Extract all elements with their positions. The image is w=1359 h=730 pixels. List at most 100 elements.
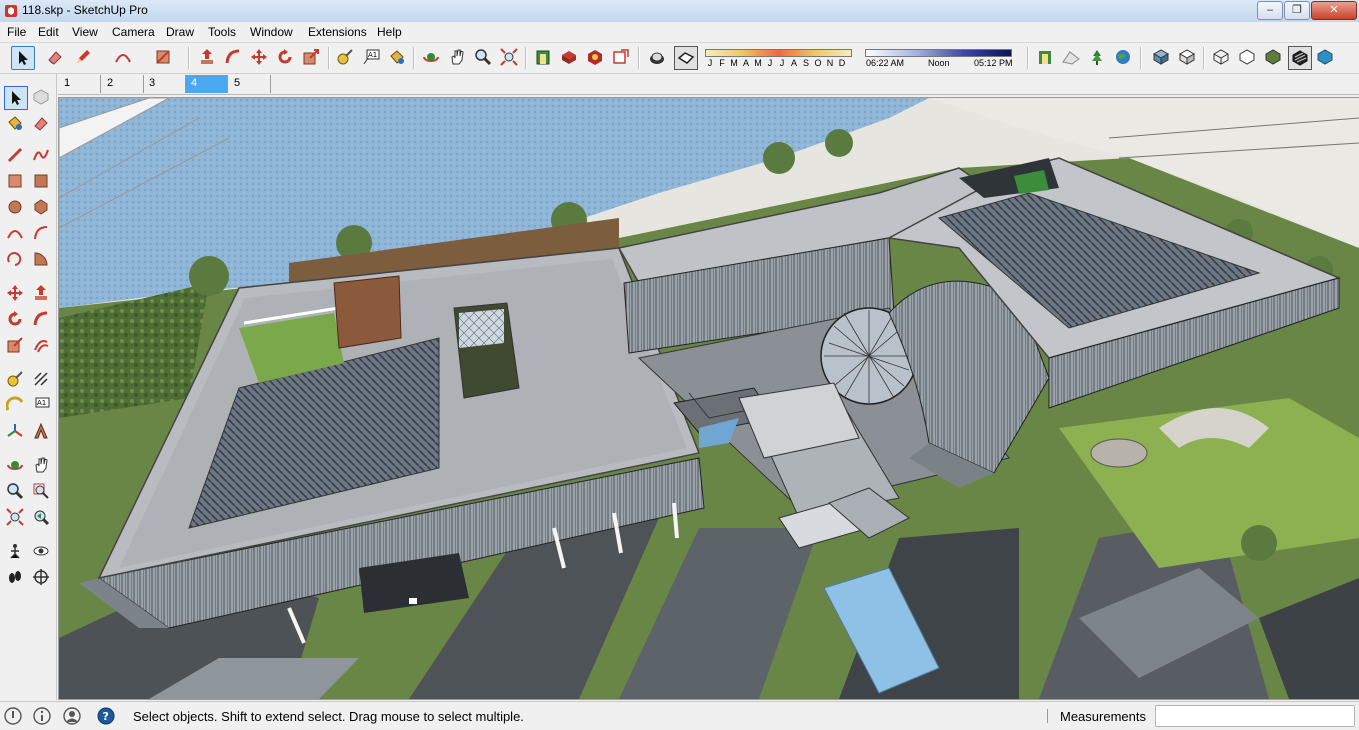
- dimension-icon[interactable]: [30, 368, 52, 390]
- push-pull-icon[interactable]: [196, 46, 218, 68]
- rotate-icon[interactable]: [274, 46, 296, 68]
- follow-me-icon[interactable]: [222, 46, 244, 68]
- layout-icon[interactable]: [610, 46, 632, 68]
- select-icon[interactable]: [4, 86, 28, 110]
- help-icon[interactable]: ?: [97, 707, 115, 725]
- photo-textures-icon[interactable]: [1086, 46, 1108, 68]
- shadows-icon[interactable]: [646, 46, 668, 68]
- rectangle-icon[interactable]: [152, 46, 174, 68]
- push-pull-icon[interactable]: [30, 282, 52, 304]
- components-icon[interactable]: [558, 46, 580, 68]
- scale-icon[interactable]: [4, 334, 26, 356]
- offset-icon[interactable]: [30, 334, 52, 356]
- arc-icon[interactable]: [4, 222, 26, 244]
- warehouse-icon[interactable]: [532, 46, 554, 68]
- zoom-extents-icon[interactable]: [4, 506, 26, 528]
- model-viewport[interactable]: [58, 97, 1359, 700]
- pie-icon[interactable]: [30, 248, 52, 270]
- zoom-window-icon[interactable]: [30, 480, 52, 502]
- select-icon[interactable]: [11, 46, 35, 70]
- pencil-icon[interactable]: [72, 46, 94, 68]
- menu-tools[interactable]: Tools: [208, 25, 236, 39]
- move-icon[interactable]: [4, 282, 26, 304]
- look-around-icon[interactable]: [30, 540, 52, 562]
- arc-icon[interactable]: [112, 46, 134, 68]
- maximize-button[interactable]: ❐: [1284, 1, 1310, 20]
- credits-icon[interactable]: [33, 707, 51, 725]
- measurements-input[interactable]: [1155, 705, 1355, 727]
- menu-camera[interactable]: Camera: [112, 25, 155, 39]
- scene-tab-3[interactable]: 3: [143, 75, 186, 93]
- time-slider[interactable]: [865, 49, 1012, 57]
- month-label: N: [826, 58, 834, 68]
- rectangle-icon[interactable]: [4, 170, 26, 192]
- line-icon[interactable]: [4, 144, 26, 166]
- scene-tab-1[interactable]: 1: [58, 75, 101, 93]
- menu-draw[interactable]: Draw: [166, 25, 194, 39]
- geo-location-icon[interactable]: [1034, 46, 1056, 68]
- scene-tab-5[interactable]: 5: [228, 75, 271, 93]
- monochrome-icon[interactable]: [1314, 46, 1336, 68]
- move-icon[interactable]: [248, 46, 270, 68]
- menu-edit[interactable]: Edit: [38, 25, 59, 39]
- menu-file[interactable]: File: [7, 25, 26, 39]
- section-plane-icon[interactable]: [30, 566, 52, 588]
- axes-icon[interactable]: [4, 420, 26, 442]
- scale-icon[interactable]: [300, 46, 322, 68]
- menu-help[interactable]: Help: [377, 25, 402, 39]
- follow-me-icon[interactable]: [30, 308, 52, 330]
- walk-icon[interactable]: [4, 566, 26, 588]
- zoom-icon[interactable]: [4, 480, 26, 502]
- two-point-arc-icon[interactable]: [30, 222, 52, 244]
- paint-bucket-icon[interactable]: [386, 46, 408, 68]
- iso-view-icon[interactable]: [1150, 46, 1172, 68]
- make-component-icon[interactable]: [30, 86, 52, 108]
- user-icon[interactable]: [63, 707, 81, 725]
- freehand-icon[interactable]: [30, 144, 52, 166]
- top-view-icon[interactable]: [1176, 46, 1198, 68]
- extension-warehouse-icon[interactable]: [584, 46, 606, 68]
- menu-window[interactable]: Window: [250, 25, 293, 39]
- circle-icon[interactable]: [4, 196, 26, 218]
- three-point-arc-icon[interactable]: [4, 248, 26, 270]
- rotated-rectangle-icon[interactable]: [30, 170, 52, 192]
- shaded-textures-icon[interactable]: [1288, 46, 1312, 70]
- pan-icon[interactable]: [446, 46, 468, 68]
- close-button[interactable]: ✕: [1311, 1, 1357, 20]
- title-bar: 118.skp - SketchUp Pro – ❐ ✕: [0, 0, 1359, 23]
- text-icon[interactable]: A1: [30, 394, 52, 416]
- orbit-icon[interactable]: [420, 46, 442, 68]
- paint-bucket-icon[interactable]: [4, 112, 26, 134]
- menu-bar: File Edit View Camera Draw Tools Window …: [0, 22, 1359, 43]
- hidden-line-icon[interactable]: [1262, 46, 1284, 68]
- protractor-icon[interactable]: [4, 394, 26, 416]
- zoom-icon[interactable]: [472, 46, 494, 68]
- minimize-button[interactable]: –: [1257, 1, 1283, 20]
- eraser-icon[interactable]: [30, 112, 52, 134]
- eraser-icon[interactable]: [44, 46, 66, 68]
- text-icon[interactable]: A1: [360, 46, 382, 68]
- wireframe-icon[interactable]: [1236, 46, 1258, 68]
- month-slider[interactable]: [705, 49, 852, 57]
- terrain-icon[interactable]: [1060, 46, 1082, 68]
- fog-icon[interactable]: [674, 46, 698, 70]
- xray-icon[interactable]: [1210, 46, 1232, 68]
- month-label: S: [802, 58, 809, 68]
- position-camera-icon[interactable]: [4, 540, 26, 562]
- pan-icon[interactable]: [30, 454, 52, 476]
- menu-extensions[interactable]: Extensions: [308, 25, 367, 39]
- rotate-icon[interactable]: [4, 308, 26, 330]
- scene-tab-2[interactable]: 2: [101, 75, 144, 93]
- google-earth-icon[interactable]: [1112, 46, 1134, 68]
- 3d-text-icon[interactable]: [30, 420, 52, 442]
- polygon-icon[interactable]: [30, 196, 52, 218]
- scene-tab-4[interactable]: 4: [185, 75, 228, 93]
- zoom-extents-icon[interactable]: [498, 46, 520, 68]
- orbit-icon[interactable]: [4, 454, 26, 476]
- tape-measure-icon[interactable]: [334, 46, 356, 68]
- menu-view[interactable]: View: [72, 25, 98, 39]
- previous-view-icon[interactable]: [30, 506, 52, 528]
- tape-measure-icon[interactable]: [4, 368, 26, 390]
- geo-location-icon[interactable]: [4, 707, 22, 725]
- window-title: 118.skp - SketchUp Pro: [22, 3, 148, 17]
